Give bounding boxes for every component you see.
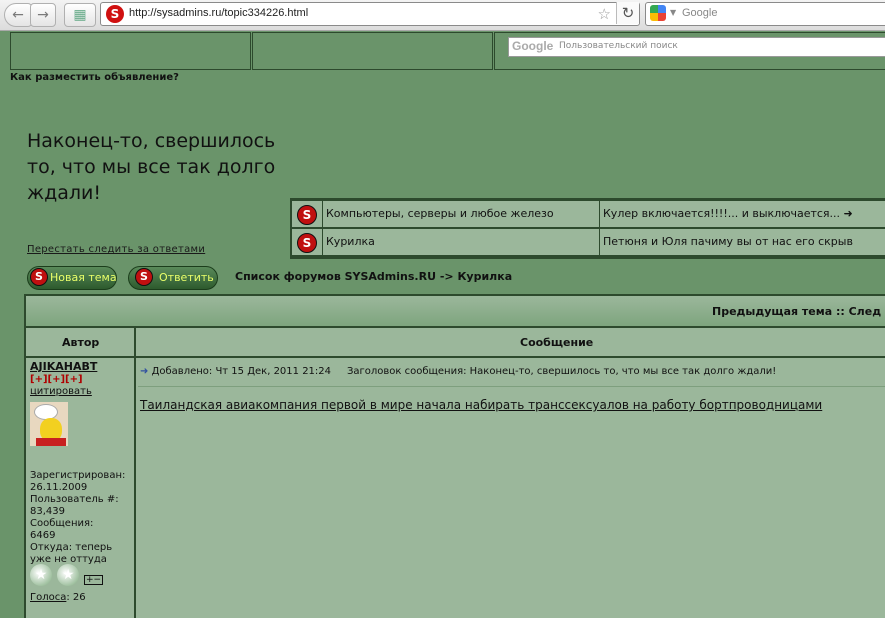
custom-search-input[interactable]: Google Пользовательский поиск bbox=[508, 37, 885, 57]
unwatch-topic-link[interactable]: Перестать следить за ответами bbox=[27, 244, 205, 255]
reload-button[interactable]: ↻ bbox=[616, 2, 639, 24]
author-name[interactable]: AJIKAHABT bbox=[30, 360, 97, 373]
bookmark-star-icon[interactable]: ☆ bbox=[598, 5, 611, 23]
location-label: Откуда: теперь bbox=[30, 542, 113, 553]
messages-label: Сообщения: bbox=[30, 518, 94, 529]
post-date: Добавлено: Чт 15 Дек, 2011 21:24 bbox=[151, 366, 332, 377]
back-button[interactable]: ← bbox=[4, 3, 32, 27]
related-topic-row[interactable]: S Компьютеры, серверы и любое железо Кул… bbox=[292, 201, 885, 227]
address-bar[interactable]: S http://sysadmins.ru/topic334226.html ☆… bbox=[100, 2, 640, 26]
forum-logo-icon: S bbox=[297, 233, 317, 253]
topic-title: Наконец-то, свершилось то, что мы все та… bbox=[27, 130, 276, 204]
custom-search-placeholder: Пользовательский поиск bbox=[559, 41, 678, 51]
message-header-label: Сообщение bbox=[520, 336, 594, 349]
post-table: Предыдущая тема :: След Автор Сообщение … bbox=[24, 294, 885, 618]
star-icon: ★ bbox=[30, 564, 52, 586]
rank-stars: ★ ★ bbox=[30, 564, 80, 586]
user-number: 83,439 bbox=[30, 506, 65, 517]
place-ad-link[interactable]: Как разместить объявление? bbox=[10, 72, 179, 83]
url-text[interactable]: http://sysadmins.ru/topic334226.html bbox=[129, 7, 308, 19]
prev-next-topic-links[interactable]: Предыдущая тема :: След bbox=[712, 305, 881, 318]
related-forum-name[interactable]: Компьютеры, серверы и любое железо bbox=[326, 207, 554, 220]
divider bbox=[138, 386, 885, 387]
search-placeholder[interactable]: Google bbox=[682, 7, 717, 19]
user-number-label: Пользователь #: bbox=[30, 494, 119, 505]
votes: Голоса: 26 bbox=[30, 592, 86, 603]
message-column-header: Сообщение bbox=[136, 328, 885, 358]
related-forum-name[interactable]: Курилка bbox=[326, 235, 375, 248]
banner-slot bbox=[252, 32, 493, 70]
related-topic-title[interactable]: Кулер включается!!!!... и выключается...… bbox=[603, 207, 853, 220]
banner-slot bbox=[10, 32, 251, 70]
author-column-header: Автор bbox=[26, 328, 136, 358]
browser-toolbar: ← → ▦ S http://sysadmins.ru/topic334226.… bbox=[0, 0, 885, 31]
post-arrow-icon[interactable]: ➜ bbox=[140, 366, 148, 377]
google-icon[interactable] bbox=[650, 5, 666, 21]
site-favicon-icon: S bbox=[106, 5, 124, 23]
arrow-right-icon: → bbox=[37, 7, 49, 23]
registered-date: 26.11.2009 bbox=[30, 482, 88, 493]
registered-label: Зарегистрирован: bbox=[30, 470, 126, 481]
browser-search-box[interactable]: ▼ Google bbox=[645, 2, 885, 26]
reputation-marks[interactable]: [+][+][+] bbox=[30, 374, 83, 385]
reply-label: Ответить bbox=[159, 271, 214, 284]
post-meta: ➜ Добавлено: Чт 15 Дек, 2011 21:24 Загол… bbox=[140, 366, 776, 377]
messages-count: 6469 bbox=[30, 530, 56, 541]
apps-grid-icon: ▦ bbox=[73, 7, 87, 23]
forum-logo-icon: S bbox=[135, 268, 153, 286]
author-header-label: Автор bbox=[62, 336, 100, 349]
quote-link[interactable]: цитировать bbox=[30, 386, 92, 397]
new-topic-button[interactable]: S Новая тема bbox=[27, 266, 117, 290]
topic-nav-header: Предыдущая тема :: След bbox=[26, 296, 885, 328]
votes-link[interactable]: Голоса bbox=[30, 592, 66, 603]
reload-icon: ↻ bbox=[621, 4, 635, 22]
home-button[interactable]: ▦ bbox=[64, 3, 96, 27]
votes-count: : 26 bbox=[66, 592, 86, 603]
arrow-left-icon: ← bbox=[12, 7, 24, 23]
related-topic-title[interactable]: Петюня и Юля пачиму вы от нас его скрыв bbox=[603, 235, 853, 248]
related-topics-table: S Компьютеры, серверы и любое железо Кул… bbox=[290, 198, 885, 259]
forum-logo-icon: S bbox=[30, 268, 48, 286]
related-topic-row[interactable]: S Курилка Петюня и Юля пачиму вы от нас … bbox=[292, 229, 885, 255]
reply-button[interactable]: S Ответить bbox=[128, 266, 218, 290]
post-message-cell: ➜ Добавлено: Чт 15 Дек, 2011 21:24 Загол… bbox=[136, 358, 885, 618]
forum-logo-icon: S bbox=[297, 205, 317, 225]
search-engine-dropdown-icon[interactable]: ▼ bbox=[670, 8, 676, 17]
forward-button[interactable]: → bbox=[30, 3, 56, 27]
new-topic-label: Новая тема bbox=[50, 271, 117, 284]
plus-minus-icon[interactable]: +− bbox=[84, 575, 104, 585]
post-body-link[interactable]: Таиландская авиакомпания первой в мире н… bbox=[140, 398, 822, 412]
breadcrumb[interactable]: Список форумов SYSAdmins.RU -> Курилка bbox=[235, 270, 512, 283]
avatar bbox=[30, 402, 68, 446]
post-author-cell: AJIKAHABT [+][+][+] цитировать Зарегистр… bbox=[26, 358, 136, 618]
google-logo: Google bbox=[512, 39, 554, 53]
star-icon: ★ bbox=[57, 564, 80, 586]
post-subject: Заголовок сообщения: Наконец-то, свершил… bbox=[346, 366, 777, 377]
